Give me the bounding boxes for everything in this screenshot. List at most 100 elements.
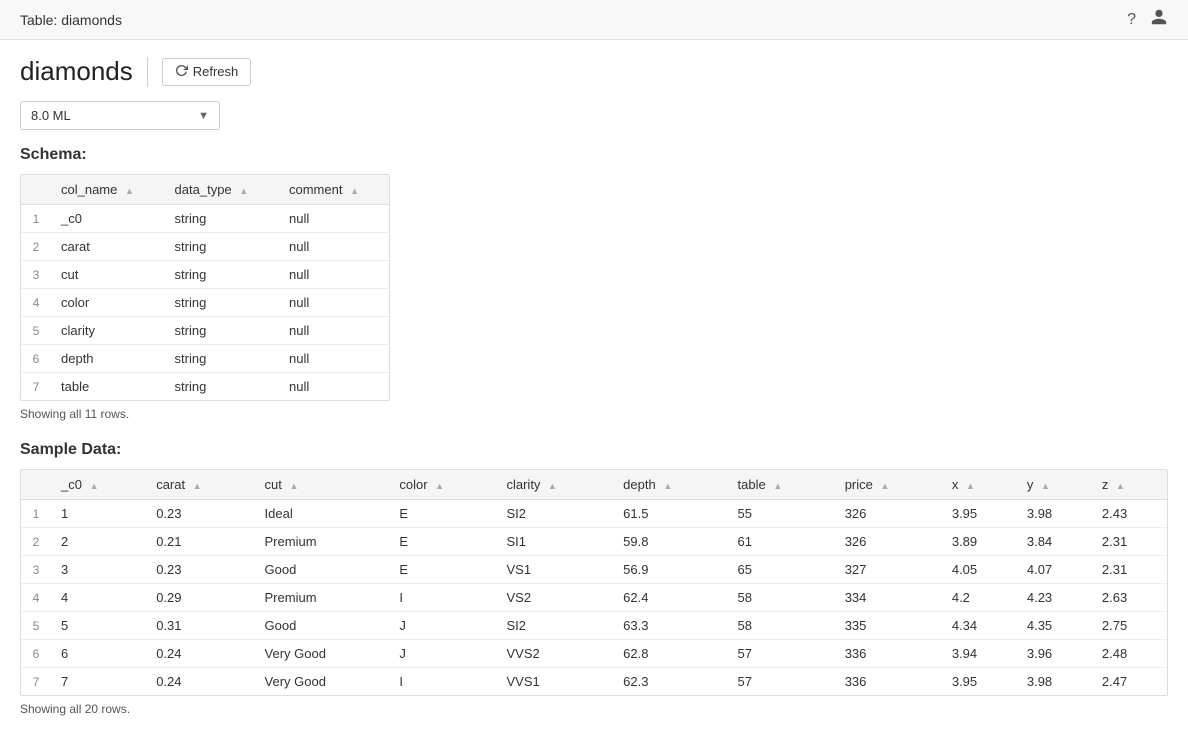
table-row: 6 depth string null: [21, 345, 389, 373]
sort-icon-depth: ▲: [663, 481, 672, 491]
table-cell: 58: [728, 584, 835, 612]
help-icon[interactable]: ?: [1127, 11, 1136, 29]
x-cell: 4.05: [942, 556, 1017, 584]
col-name-cell: carat: [51, 233, 165, 261]
color-cell: I: [389, 584, 496, 612]
sample-col-y[interactable]: y ▲: [1017, 470, 1092, 500]
schema-col-comment[interactable]: comment ▲: [279, 175, 389, 205]
col-name-cell: cut: [51, 261, 165, 289]
sample-showing-rows: Showing all 20 rows.: [20, 702, 1168, 716]
sort-icon-clarity: ▲: [548, 481, 557, 491]
schema-col-colname[interactable]: col_name ▲: [51, 175, 165, 205]
data-type-cell: string: [165, 373, 279, 401]
price-cell: 336: [835, 668, 942, 696]
carat-cell: 0.29: [146, 584, 254, 612]
data-type-cell: string: [165, 205, 279, 233]
sample-col-carat[interactable]: carat ▲: [146, 470, 254, 500]
sample-col-cut[interactable]: cut ▲: [255, 470, 390, 500]
data-type-cell: string: [165, 345, 279, 373]
sort-icon-datatype: ▲: [239, 186, 248, 196]
sample-col-color[interactable]: color ▲: [389, 470, 496, 500]
c0-cell: 2: [51, 528, 146, 556]
row-number: 5: [21, 612, 51, 640]
x-cell: 3.89: [942, 528, 1017, 556]
sample-col-z[interactable]: z ▲: [1092, 470, 1167, 500]
table-row: 4 color string null: [21, 289, 389, 317]
cut-cell: Good: [255, 612, 390, 640]
table-cell: 57: [728, 640, 835, 668]
data-type-cell: string: [165, 233, 279, 261]
table-cell: 58: [728, 612, 835, 640]
col-name-cell: table: [51, 373, 165, 401]
clarity-cell: SI1: [496, 528, 613, 556]
version-dropdown-container: 8.0 ML ▼: [20, 101, 1168, 130]
top-bar-title: Table: diamonds: [20, 12, 122, 28]
z-cell: 2.31: [1092, 556, 1167, 584]
cut-cell: Very Good: [255, 640, 390, 668]
y-cell: 4.23: [1017, 584, 1092, 612]
clarity-cell: SI2: [496, 612, 613, 640]
row-number: 5: [21, 317, 51, 345]
carat-cell: 0.24: [146, 668, 254, 696]
x-cell: 3.94: [942, 640, 1017, 668]
price-cell: 336: [835, 640, 942, 668]
version-select[interactable]: 8.0 ML: [21, 102, 219, 129]
depth-cell: 61.5: [613, 500, 727, 528]
cut-cell: Very Good: [255, 668, 390, 696]
title-divider: [147, 57, 148, 87]
row-number: 3: [21, 261, 51, 289]
sort-icon-colname: ▲: [125, 186, 134, 196]
sample-col-table[interactable]: table ▲: [728, 470, 835, 500]
row-number: 4: [21, 289, 51, 317]
comment-cell: null: [279, 205, 389, 233]
sort-icon-color: ▲: [435, 481, 444, 491]
table-row: 1 _c0 string null: [21, 205, 389, 233]
color-cell: I: [389, 668, 496, 696]
table-row: 6 6 0.24 Very Good J VVS2 62.8 57 336 3.…: [21, 640, 1167, 668]
z-cell: 2.47: [1092, 668, 1167, 696]
sample-col-clarity[interactable]: clarity ▲: [496, 470, 613, 500]
sample-table-header-row: _c0 ▲ carat ▲ cut ▲ color ▲ clarity ▲ de…: [21, 470, 1167, 500]
comment-cell: null: [279, 261, 389, 289]
table-row: 2 2 0.21 Premium E SI1 59.8 61 326 3.89 …: [21, 528, 1167, 556]
sample-data-heading: Sample Data:: [20, 441, 1168, 459]
sample-col-rownum: [21, 470, 51, 500]
depth-cell: 62.3: [613, 668, 727, 696]
row-number: 3: [21, 556, 51, 584]
sort-icon-z: ▲: [1116, 481, 1125, 491]
version-dropdown-wrapper[interactable]: 8.0 ML ▼: [20, 101, 220, 130]
main-content: diamonds Refresh 8.0 ML ▼ Schema:: [0, 40, 1188, 752]
z-cell: 2.48: [1092, 640, 1167, 668]
row-number: 6: [21, 345, 51, 373]
table-cell: 65: [728, 556, 835, 584]
depth-cell: 62.8: [613, 640, 727, 668]
color-cell: E: [389, 556, 496, 584]
y-cell: 3.84: [1017, 528, 1092, 556]
sample-col-price[interactable]: price ▲: [835, 470, 942, 500]
refresh-button[interactable]: Refresh: [162, 58, 252, 86]
schema-col-datatype[interactable]: data_type ▲: [165, 175, 279, 205]
sample-col-x[interactable]: x ▲: [942, 470, 1017, 500]
carat-cell: 0.31: [146, 612, 254, 640]
clarity-cell: VVS1: [496, 668, 613, 696]
data-type-cell: string: [165, 317, 279, 345]
clarity-cell: VS2: [496, 584, 613, 612]
sample-col-c0[interactable]: _c0 ▲: [51, 470, 146, 500]
user-icon[interactable]: [1150, 8, 1168, 31]
sample-col-depth[interactable]: depth ▲: [613, 470, 727, 500]
z-cell: 2.43: [1092, 500, 1167, 528]
schema-table-wrapper: col_name ▲ data_type ▲ comment ▲: [20, 174, 390, 401]
col-name-cell: depth: [51, 345, 165, 373]
schema-heading: Schema:: [20, 146, 1168, 164]
color-cell: E: [389, 528, 496, 556]
schema-table-body: 1 _c0 string null 2 carat string null 3 …: [21, 205, 389, 401]
carat-cell: 0.21: [146, 528, 254, 556]
page-title-row: diamonds Refresh: [20, 56, 1168, 87]
row-number: 6: [21, 640, 51, 668]
comment-cell: null: [279, 345, 389, 373]
sort-icon-price: ▲: [881, 481, 890, 491]
x-cell: 4.34: [942, 612, 1017, 640]
depth-cell: 63.3: [613, 612, 727, 640]
clarity-cell: VS1: [496, 556, 613, 584]
comment-cell: null: [279, 317, 389, 345]
